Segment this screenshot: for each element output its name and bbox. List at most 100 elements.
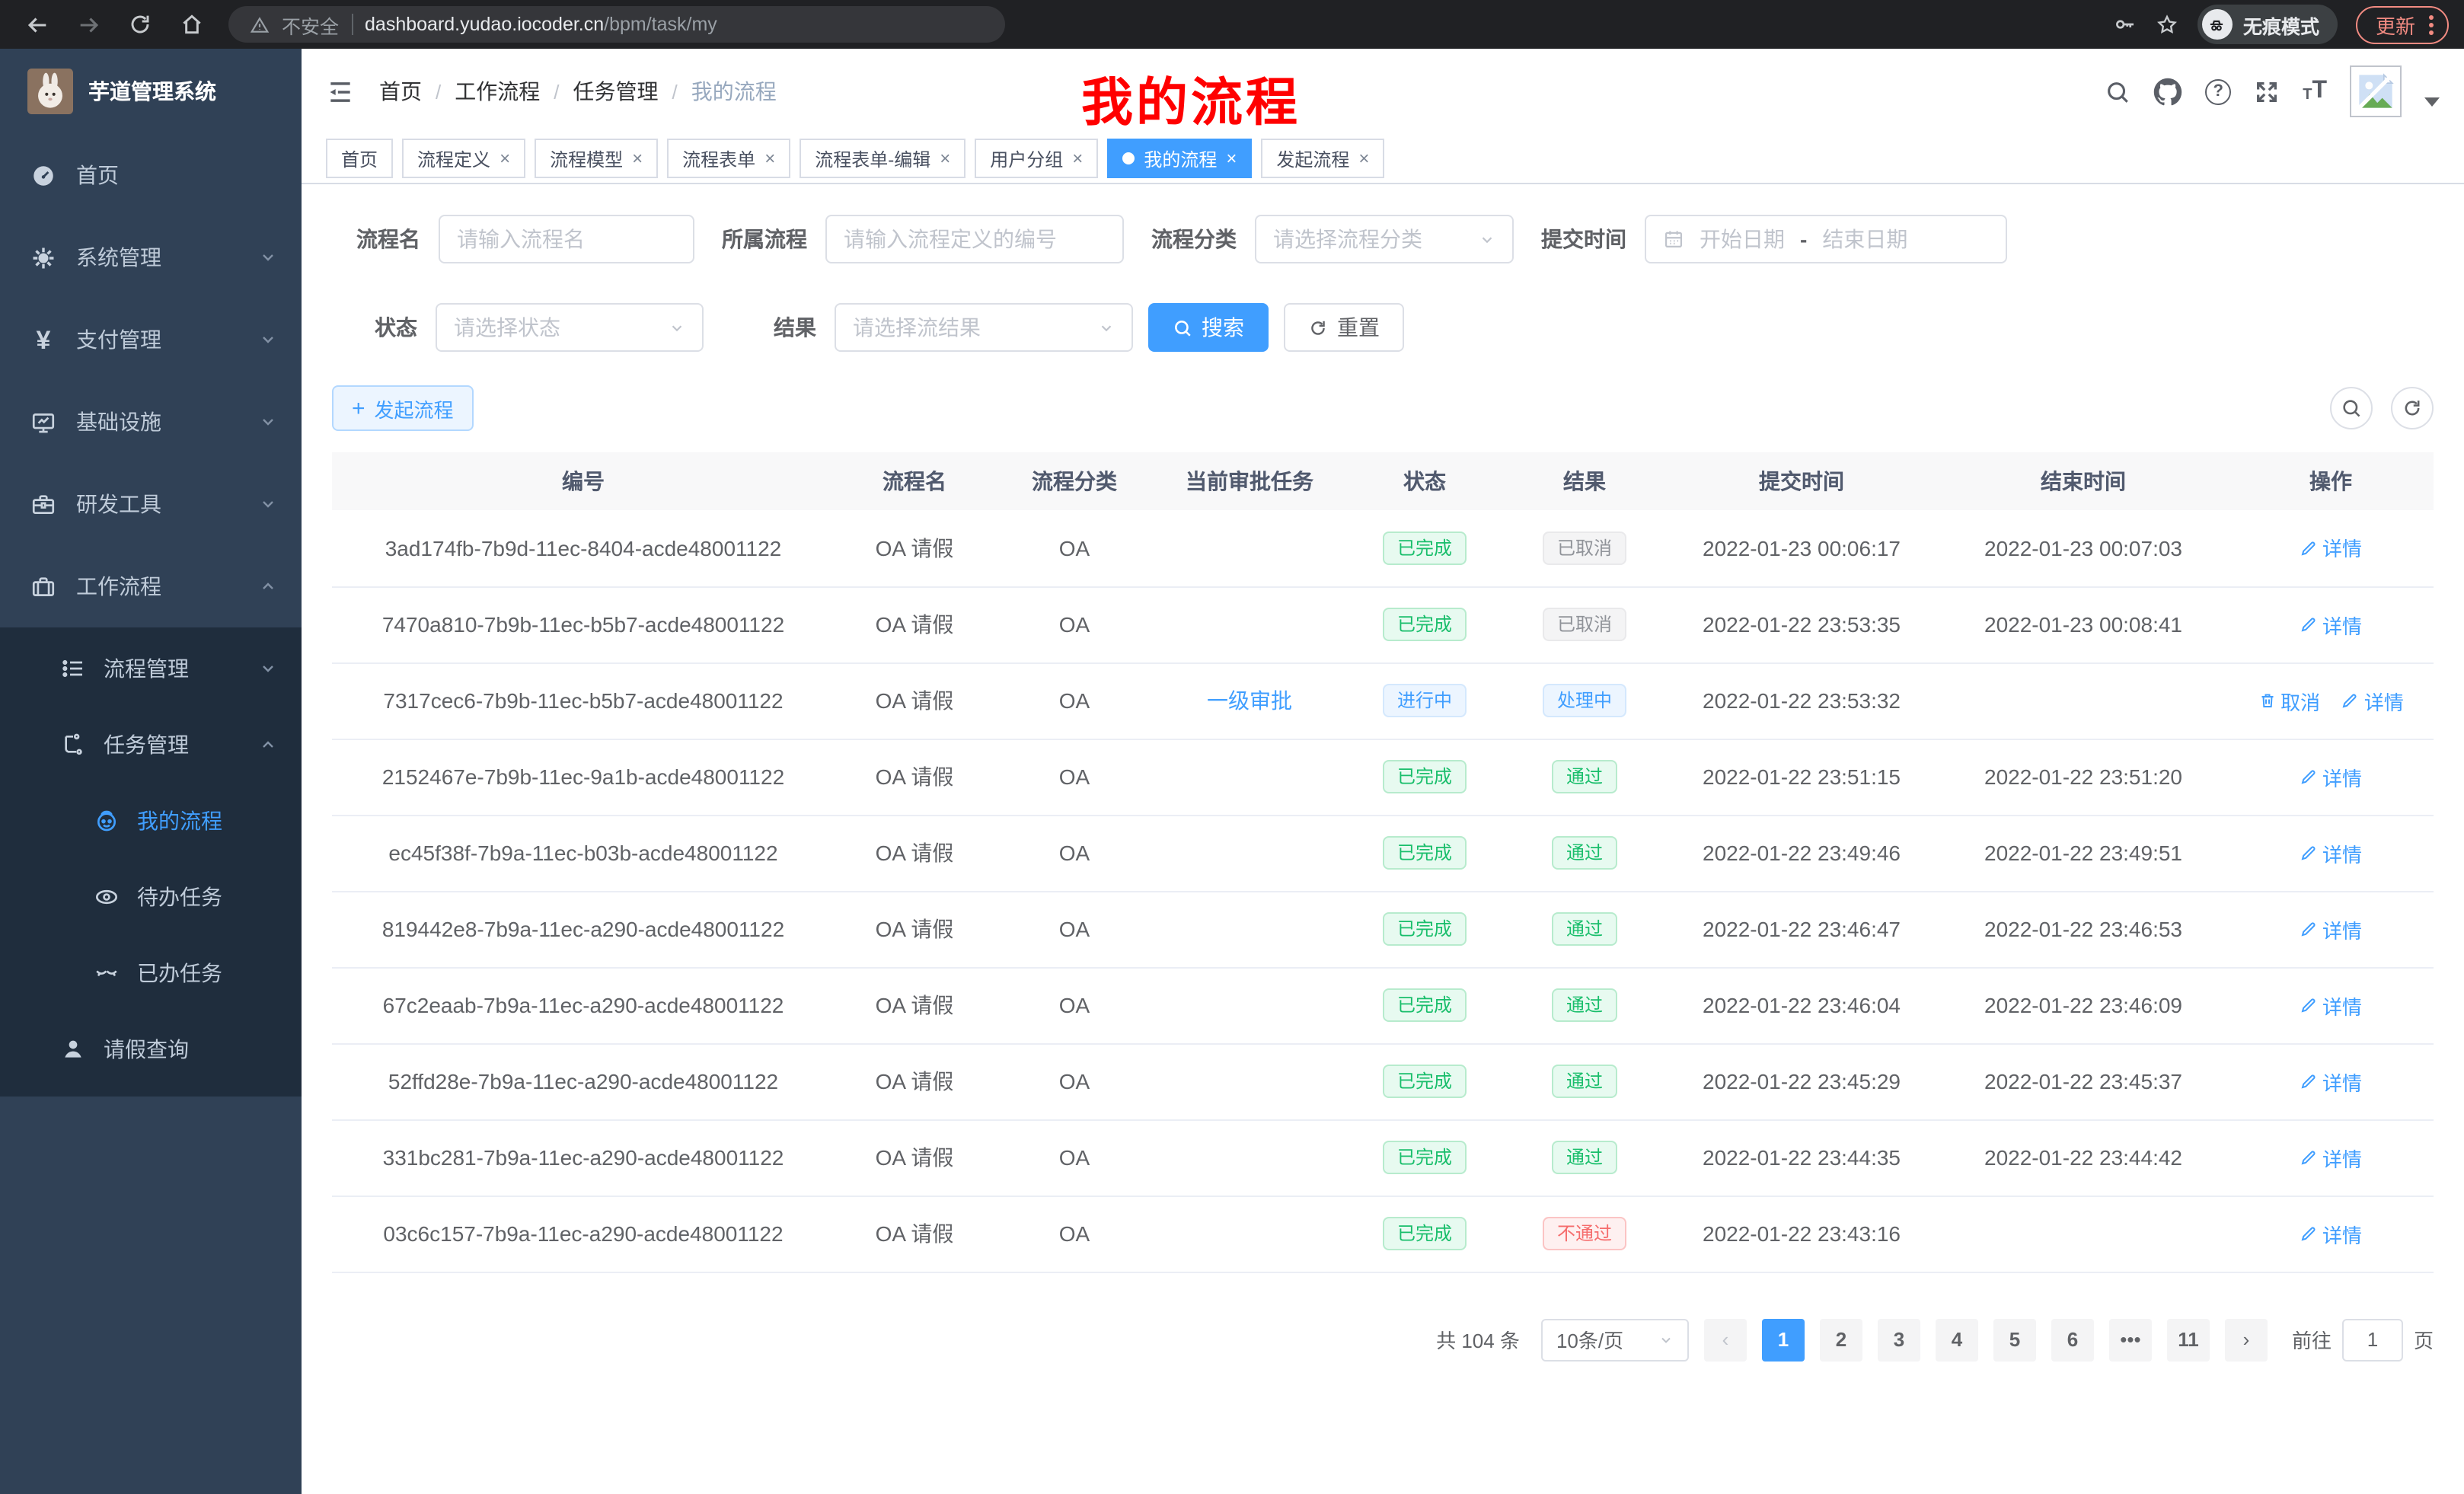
key-icon[interactable] (2112, 12, 2137, 37)
filter-label-category: 流程分类 (1151, 224, 1237, 254)
close-icon[interactable]: × (500, 149, 510, 168)
browser-update-button[interactable]: 更新 (2356, 5, 2449, 43)
cell-submit-time: 2022-01-22 23:44:35 (1664, 1119, 1939, 1196)
cell-id: 03c6c157-7b9a-11ec-a290-acde48001122 (332, 1196, 835, 1272)
sidebar-item-todo-tasks[interactable]: 待办任务 (0, 859, 302, 935)
font-size-icon[interactable] (2303, 79, 2327, 104)
toolbox-icon (30, 491, 56, 517)
col-header-status: 状态 (1345, 452, 1505, 510)
avatar-caret-icon[interactable] (2424, 97, 2440, 107)
page-button-4[interactable]: 4 (1936, 1318, 1978, 1361)
detail-link[interactable]: 详情 (2300, 610, 2362, 639)
kebab-menu-icon[interactable] (2429, 14, 2434, 34)
page-button-2[interactable]: 2 (1820, 1318, 1862, 1361)
sidebar-item-devtools[interactable]: 研发工具 (0, 463, 302, 545)
cell-name: OA 请假 (835, 1043, 994, 1119)
sidebar-item-task-mgmt[interactable]: 任务管理 (0, 707, 302, 783)
cell-submit-time: 2022-01-22 23:46:47 (1664, 891, 1939, 967)
sidebar-item-process-mgmt[interactable]: 流程管理 (0, 630, 302, 707)
tab-start-process[interactable]: 发起流程× (1261, 139, 1384, 178)
close-icon[interactable]: × (764, 149, 775, 168)
sidebar-item-leave-query[interactable]: 请假查询 (0, 1011, 302, 1087)
page-button-5[interactable]: 5 (1993, 1318, 2036, 1361)
status-select[interactable]: 请选择状态 (436, 303, 704, 352)
detail-link[interactable]: 详情 (2341, 686, 2404, 715)
page-button-3[interactable]: 3 (1878, 1318, 1920, 1361)
table-row: 52ffd28e-7b9a-11ec-a290-acde48001122 OA … (332, 1043, 2434, 1119)
close-icon[interactable]: × (1358, 149, 1369, 168)
goto-page-input[interactable] (2342, 1318, 2403, 1361)
page-button-1[interactable]: 1 (1762, 1318, 1805, 1361)
task-link[interactable]: 一级审批 (1207, 688, 1292, 713)
detail-link[interactable]: 详情 (2300, 1067, 2362, 1096)
tab-user-group[interactable]: 用户分组× (975, 139, 1098, 178)
close-icon[interactable]: × (632, 149, 643, 168)
avatar[interactable] (2350, 65, 2402, 117)
tab-process-model[interactable]: 流程模型× (535, 139, 658, 178)
category-select[interactable]: 请选择流程分类 (1255, 215, 1514, 263)
sidebar-item-label: 首页 (76, 160, 119, 190)
github-icon[interactable] (2153, 77, 2182, 106)
tab-process-form[interactable]: 流程表单× (667, 139, 790, 178)
detail-link[interactable]: 详情 (2300, 534, 2362, 563)
sidebar-item-workflow[interactable]: 工作流程 (0, 545, 302, 627)
prev-page-button[interactable]: ‹ (1704, 1318, 1747, 1361)
browser-back-icon[interactable] (15, 5, 58, 44)
url-bar[interactable]: 不安全 dashboard.yudao.iocoder.cn/bpm/task/… (228, 6, 1005, 43)
reset-button[interactable]: 重置 (1284, 303, 1404, 352)
chevron-down-icon (1098, 319, 1115, 336)
sidebar-item-payment[interactable]: ¥ 支付管理 (0, 298, 302, 381)
tab-my-process[interactable]: 我的流程× (1107, 139, 1252, 178)
fullscreen-icon[interactable] (2254, 78, 2280, 104)
cancel-link[interactable]: 取消 (2258, 686, 2320, 715)
table-row: 7470a810-7b9b-11ec-b5b7-acde48001122 OA … (332, 586, 2434, 662)
app-logo[interactable]: 芋道管理系统 (0, 49, 302, 134)
process-name-input[interactable] (439, 215, 694, 263)
tab-home[interactable]: 首页 (326, 139, 393, 178)
sidebar-item-label: 系统管理 (76, 242, 161, 273)
submit-time-range-picker[interactable]: 开始日期 - 结束日期 (1645, 215, 2007, 263)
close-icon[interactable]: × (1072, 149, 1083, 168)
browser-reload-icon[interactable] (119, 5, 161, 44)
cell-task (1154, 586, 1345, 662)
result-select[interactable]: 请选择流结果 (835, 303, 1133, 352)
create-process-button[interactable]: + 发起流程 (332, 385, 474, 431)
search-button[interactable]: 搜索 (1148, 303, 1269, 352)
browser-home-icon[interactable] (171, 5, 213, 44)
page-button-6[interactable]: 6 (2051, 1318, 2094, 1361)
detail-link[interactable]: 详情 (2300, 762, 2362, 791)
refresh-button[interactable] (2391, 387, 2434, 429)
show-search-button[interactable] (2330, 387, 2373, 429)
more-pages-icon[interactable]: ••• (2109, 1318, 2152, 1361)
parent-process-input[interactable] (825, 215, 1124, 263)
col-header-actions: 操作 (2228, 452, 2434, 510)
browser-forward-icon[interactable] (67, 5, 110, 44)
next-page-button[interactable]: › (2225, 1318, 2268, 1361)
detail-link[interactable]: 详情 (2300, 991, 2362, 1020)
close-icon[interactable]: × (940, 149, 950, 168)
bookmark-star-icon[interactable] (2155, 12, 2179, 37)
close-icon[interactable]: × (1226, 149, 1237, 168)
sidebar-item-home[interactable]: 首页 (0, 134, 302, 216)
page-size-select[interactable]: 10条/页 (1541, 1318, 1689, 1361)
detail-link[interactable]: 详情 (2300, 1143, 2362, 1172)
sidebar-item-system[interactable]: 系统管理 (0, 216, 302, 298)
detail-link[interactable]: 详情 (2300, 838, 2362, 867)
tab-process-definition[interactable]: 流程定义× (402, 139, 525, 178)
help-icon[interactable]: ? (2205, 78, 2231, 104)
sidebar-item-my-process[interactable]: 我的流程 (0, 783, 302, 859)
table-row: ec45f38f-7b9a-11ec-b03b-acde48001122 OA … (332, 815, 2434, 891)
breadcrumb-item[interactable]: 任务管理 (573, 76, 659, 107)
chevron-down-icon (1658, 1332, 1674, 1347)
cell-name: OA 请假 (835, 1196, 994, 1272)
breadcrumb-item[interactable]: 工作流程 (455, 76, 540, 107)
sidebar-item-done-tasks[interactable]: 已办任务 (0, 935, 302, 1011)
sidebar-toggle-icon[interactable] (326, 77, 355, 106)
sidebar-item-infrastructure[interactable]: 基础设施 (0, 381, 302, 463)
breadcrumb-item[interactable]: 首页 (379, 76, 422, 107)
detail-link[interactable]: 详情 (2300, 1219, 2362, 1248)
detail-link[interactable]: 详情 (2300, 915, 2362, 943)
search-icon[interactable] (2105, 78, 2130, 104)
page-button-11[interactable]: 11 (2167, 1318, 2210, 1361)
tab-process-form-edit[interactable]: 流程表单-编辑× (800, 139, 965, 178)
